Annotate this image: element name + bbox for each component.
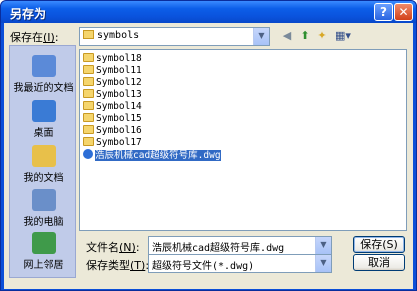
place-my-computer[interactable]: 我的电脑 <box>10 189 77 228</box>
folder-icon <box>83 77 94 86</box>
help-button[interactable]: ? <box>374 3 393 21</box>
place-label: 我最近的文档 <box>13 83 74 94</box>
up-folder-icon[interactable]: ⬆ <box>297 28 313 44</box>
save-as-dialog: 另存为 ? ✕ 保存在(I): symbols ▼ ◀ ⬆ ✦ ▦▾ 我最近的文… <box>0 0 417 291</box>
folder-icon <box>83 30 94 39</box>
filetype-value: 超级符号文件(*.dwg) <box>152 261 255 272</box>
place-label: 我的电脑 <box>23 217 64 228</box>
folder-icon <box>83 53 94 62</box>
place-label: 网上邻居 <box>23 260 64 271</box>
place-label: 桌面 <box>33 128 54 139</box>
save-button[interactable]: 保存(S) <box>353 236 405 253</box>
filetype-select[interactable]: 超级符号文件(*.dwg) ▼ <box>148 254 332 273</box>
back-icon[interactable]: ◀ <box>279 28 295 44</box>
place-label: 我的文档 <box>23 173 64 184</box>
list-item[interactable]: Symbol13 <box>83 89 142 101</box>
folder-icon <box>83 125 94 134</box>
list-item-selected[interactable]: 浩辰机械cad超级符号库.dwg <box>83 149 221 161</box>
filename-label: 文件名(N): <box>86 241 140 254</box>
folder-icon <box>83 137 94 146</box>
recent-documents-icon <box>31 55 56 77</box>
new-folder-icon[interactable]: ✦ <box>314 28 330 44</box>
current-folder: symbols <box>83 30 139 41</box>
filename-field[interactable]: 浩辰机械cad超级符号库.dwg ▼ <box>148 236 332 255</box>
folder-icon <box>83 89 94 98</box>
list-item[interactable]: symbol18 <box>83 53 142 65</box>
folder-icon <box>83 101 94 110</box>
list-item[interactable]: Symbol15 <box>83 113 142 125</box>
my-computer-icon <box>31 189 56 211</box>
save-in-combo[interactable]: symbols ▼ <box>79 27 270 46</box>
place-my-documents[interactable]: 我的文档 <box>10 145 77 184</box>
filename-value: 浩辰机械cad超级符号库.dwg <box>152 243 285 254</box>
dialog-title: 另存为 <box>10 7 47 21</box>
folder-icon <box>83 65 94 74</box>
my-documents-icon <box>31 145 56 167</box>
save-in-label: 保存在(I): <box>10 31 59 44</box>
list-item[interactable]: Symbol12 <box>83 77 142 89</box>
network-places-icon <box>31 232 56 254</box>
place-network[interactable]: 网上邻居 <box>10 232 77 271</box>
list-item[interactable]: Symbol11 <box>83 65 142 77</box>
dialog-body: 保存在(I): symbols ▼ ◀ ⬆ ✦ ▦▾ 我最近的文档 桌面 我的文… <box>4 23 413 289</box>
places-bar: 我最近的文档 桌面 我的文档 我的电脑 网上邻居 <box>9 45 76 278</box>
chevron-down-icon[interactable]: ▼ <box>315 255 331 272</box>
close-button[interactable]: ✕ <box>394 3 413 21</box>
list-item[interactable]: Symbol14 <box>83 101 142 113</box>
cancel-button[interactable]: 取消 <box>353 254 405 271</box>
chevron-down-icon[interactable]: ▼ <box>253 28 269 45</box>
list-item[interactable]: Symbol17 <box>83 137 142 149</box>
folder-icon <box>83 113 94 122</box>
views-menu-icon[interactable]: ▦▾ <box>332 28 354 44</box>
file-list[interactable]: symbol18 Symbol11 Symbol12 Symbol13 Symb… <box>79 49 407 231</box>
chevron-down-icon[interactable]: ▼ <box>315 237 331 254</box>
place-recent-documents[interactable]: 我最近的文档 <box>10 55 77 94</box>
filetype-label: 保存类型(T): <box>86 259 149 272</box>
desktop-icon <box>31 100 56 122</box>
place-desktop[interactable]: 桌面 <box>10 100 77 139</box>
title-bar: 另存为 ? ✕ <box>1 1 416 23</box>
list-item[interactable]: Symbol16 <box>83 125 142 137</box>
dwg-file-icon <box>83 149 93 159</box>
